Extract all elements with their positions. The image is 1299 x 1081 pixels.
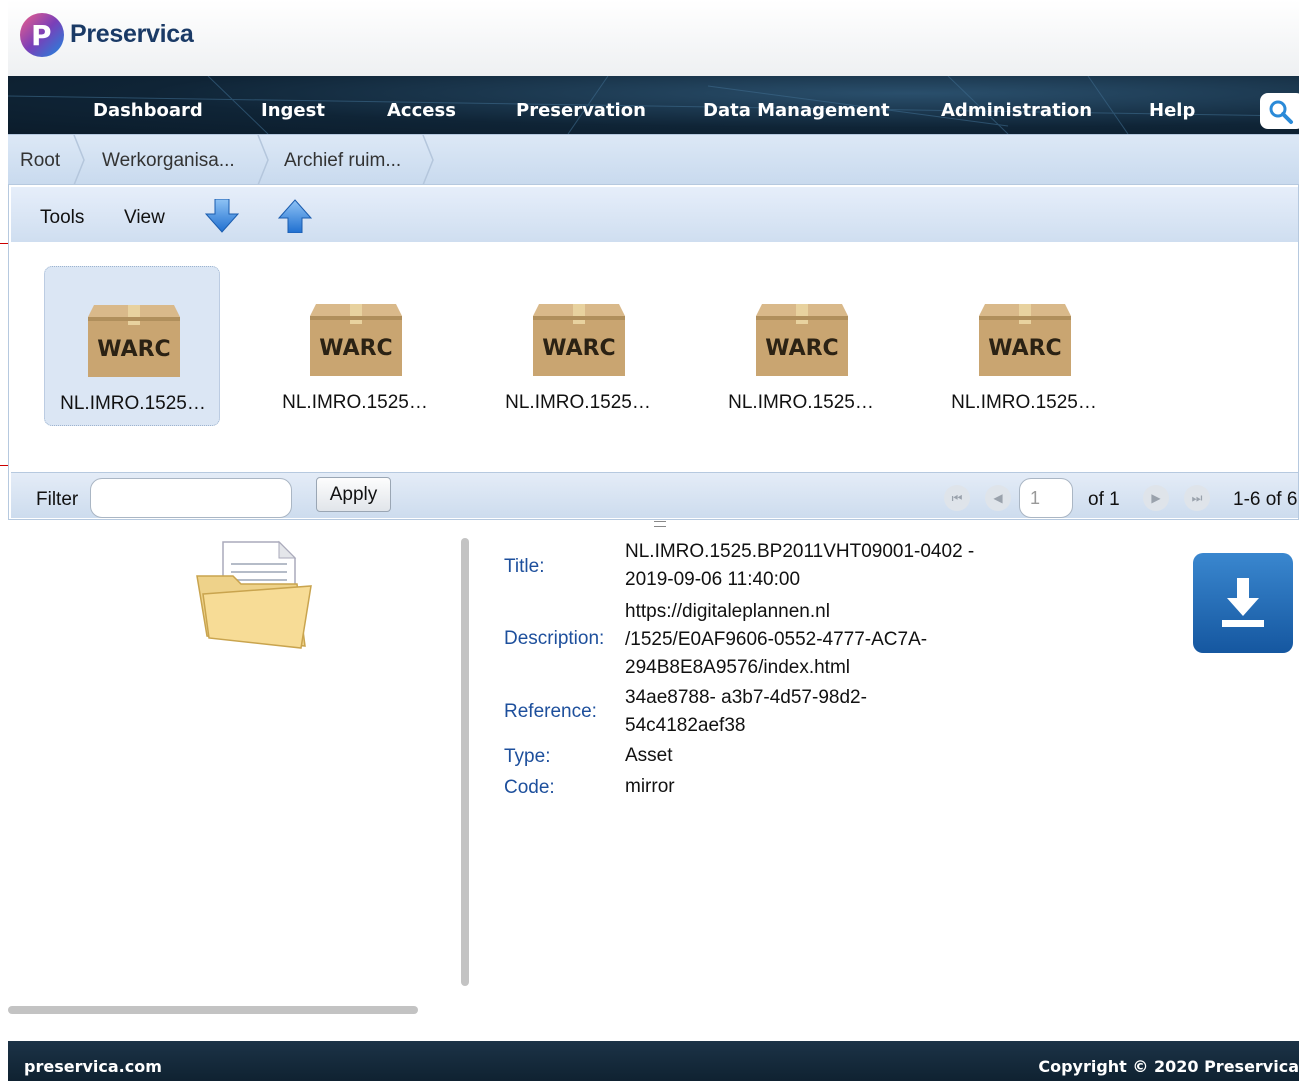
pane-splitter-handle[interactable] [654, 521, 666, 527]
reference-label: Reference: [504, 701, 597, 722]
description-label: Description: [504, 628, 605, 649]
asset-tile[interactable]: WARC NL.IMRO.1525… [267, 266, 443, 426]
main-nav: Dashboard Ingest Access Preservation Dat… [8, 76, 1299, 134]
download-icon [1222, 578, 1264, 627]
asset-tile[interactable]: WARC NL.IMRO.1525… [490, 266, 666, 426]
svg-text:WARC: WARC [765, 336, 838, 361]
nav-access[interactable]: Access [387, 100, 456, 121]
breadcrumb-archief[interactable]: Archief ruim... [284, 150, 401, 172]
app-header: P Preservica [8, 0, 1299, 76]
asset-list: WARC NL.IMRO.1525… WARC NL.IMRO.1525… WA… [11, 242, 1298, 472]
first-page-icon[interactable]: ⏮ [944, 485, 970, 511]
last-page-icon[interactable]: ⏭ [1184, 485, 1210, 511]
browse-panel: Tools View WARC NL.IMRO.1525… WARC NL.IM… [8, 184, 1299, 520]
chevron-right-icon [257, 135, 269, 185]
warc-archive-icon: WARC [979, 304, 1071, 376]
search-button[interactable] [1260, 93, 1299, 129]
asset-tile[interactable]: WARC NL.IMRO.1525… [44, 266, 220, 426]
copyright: Copyright © 2020 Preservica [1038, 1057, 1299, 1076]
prev-page-icon[interactable]: ◀ [985, 485, 1011, 511]
asset-tile-label: NL.IMRO.1525… [728, 392, 874, 413]
nav-dashboard[interactable]: Dashboard [93, 100, 203, 121]
nav-administration[interactable]: Administration [941, 100, 1092, 121]
arrow-up-icon[interactable] [277, 199, 313, 233]
footer-link[interactable]: preservica.com [24, 1057, 162, 1076]
type-label: Type: [504, 746, 551, 767]
filter-bar: Filter Apply ⏮ ◀ of 1 ▶ ⏭ 1-6 of 6 [11, 472, 1298, 518]
asset-tile-label: NL.IMRO.1525… [951, 392, 1097, 413]
toolbar: Tools View [11, 187, 1298, 242]
asset-tile[interactable]: WARC NL.IMRO.1525… [936, 266, 1112, 426]
chevron-right-icon [73, 135, 85, 185]
app-footer: preservica.com Copyright © 2020 Preservi… [8, 1041, 1299, 1081]
horizontal-scrollbar[interactable] [8, 1006, 418, 1014]
warc-archive-icon: WARC [310, 304, 402, 376]
asset-tile[interactable]: WARC NL.IMRO.1525… [713, 266, 889, 426]
chevron-right-icon [422, 135, 434, 185]
brand-name: Preservica [70, 20, 194, 48]
page-count: of 1 [1088, 489, 1120, 510]
warc-archive-icon: WARC [88, 305, 180, 377]
search-icon [1269, 100, 1293, 124]
svg-text:WARC: WARC [319, 336, 392, 361]
apply-button[interactable]: Apply [316, 477, 391, 512]
filter-input[interactable] [90, 478, 292, 518]
preview-pane [8, 530, 458, 1020]
folder-document-icon [196, 540, 312, 649]
type-value: Asset [625, 745, 673, 766]
page-number-input[interactable] [1019, 478, 1073, 518]
edge-mark [0, 465, 8, 466]
reference-value: 34ae8788- a3b7-4d57-98d2-54c4182aef38 [625, 687, 867, 736]
arrow-down-icon[interactable] [204, 199, 240, 233]
next-page-icon[interactable]: ▶ [1143, 485, 1169, 511]
code-value: mirror [625, 776, 675, 797]
edge-mark [0, 243, 8, 244]
result-range: 1-6 of 6 [1233, 489, 1298, 510]
tools-menu[interactable]: Tools [40, 207, 84, 229]
download-button[interactable] [1193, 553, 1293, 653]
nav-preservation[interactable]: Preservation [516, 100, 646, 121]
breadcrumb-werkorganisatie[interactable]: Werkorganisa... [102, 150, 235, 172]
asset-tile-label: NL.IMRO.1525… [505, 392, 651, 413]
view-menu[interactable]: View [124, 207, 165, 229]
warc-archive-icon: WARC [756, 304, 848, 376]
breadcrumb-root[interactable]: Root [20, 150, 60, 172]
nav-help[interactable]: Help [1149, 100, 1195, 121]
code-label: Code: [504, 777, 555, 798]
svg-text:WARC: WARC [542, 336, 615, 361]
nav-data-management[interactable]: Data Management [703, 100, 890, 121]
breadcrumb: Root Werkorganisa... Archief ruim... [8, 134, 1299, 185]
title-label: Title: [504, 556, 545, 577]
nav-ingest[interactable]: Ingest [261, 100, 325, 121]
filter-label: Filter [36, 489, 79, 510]
title-value: NL.IMRO.1525.BP2011VHT09001-0402 - 2019-… [625, 541, 975, 590]
description-value: https://digitaleplannen.nl /1525/E0AF960… [625, 601, 928, 678]
asset-tile-label: NL.IMRO.1525… [282, 392, 428, 413]
preservica-logo-icon[interactable]: P [20, 13, 64, 57]
vertical-scrollbar[interactable] [461, 538, 469, 986]
warc-archive-icon: WARC [533, 304, 625, 376]
svg-text:WARC: WARC [988, 336, 1061, 361]
svg-text:WARC: WARC [97, 337, 170, 362]
asset-tile-label: NL.IMRO.1525… [60, 393, 206, 414]
